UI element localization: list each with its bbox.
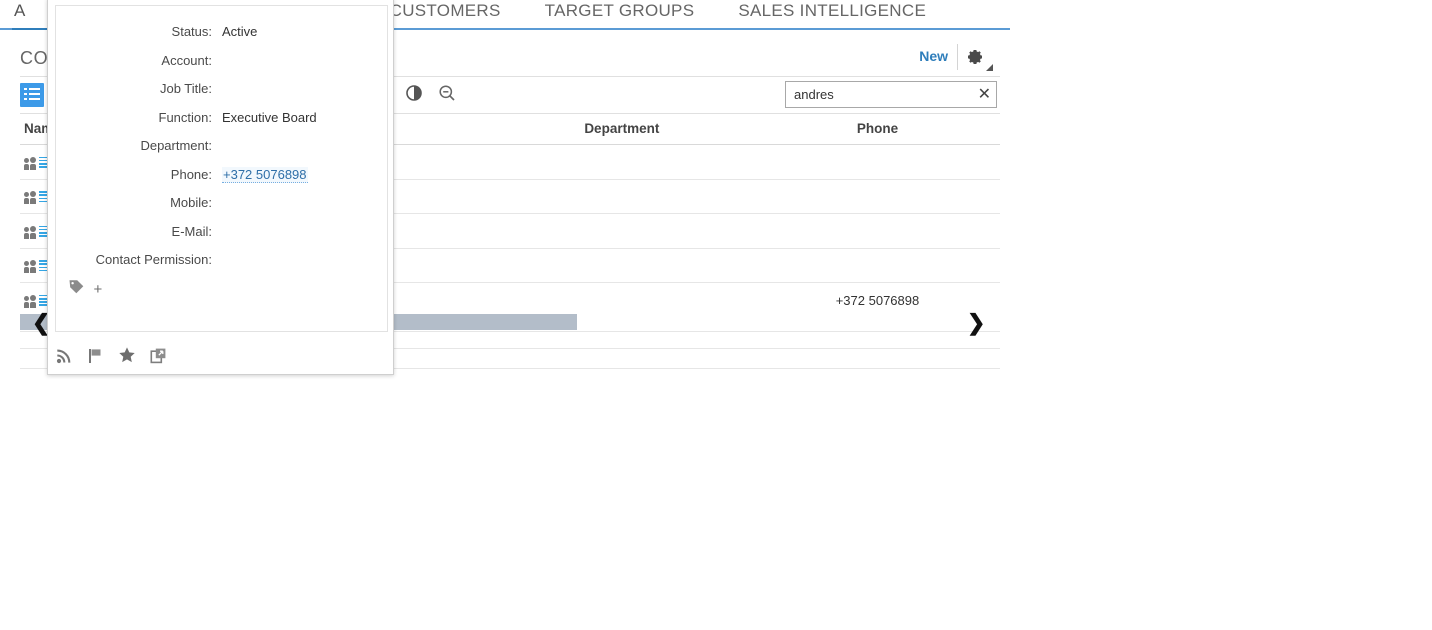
- hover-field-function: Function: Executive Board: [56, 106, 387, 135]
- cell-department: [488, 213, 755, 249]
- field-label: Department:: [140, 138, 212, 153]
- hover-field-mobile: Mobile:: [56, 191, 387, 220]
- field-label: Contact Permission:: [95, 252, 212, 267]
- main-content-region: A CUSTOMERS TARGET GROUPS SALES INTELLIG…: [0, 0, 1010, 630]
- nav-tab-customers[interactable]: CUSTOMERS: [376, 0, 515, 21]
- close-icon[interactable]: ✕: [978, 85, 991, 104]
- cell-department: [488, 179, 755, 215]
- cell-phone: [754, 248, 1000, 284]
- cell-phone: [754, 144, 1000, 180]
- add-tag-plus[interactable]: +: [93, 281, 102, 298]
- nav-tab-sales-intelligence[interactable]: SALES INTELLIGENCE: [724, 0, 940, 21]
- hover-field-phone: Phone: +372 5076898: [56, 163, 387, 192]
- field-label: Function:: [158, 109, 212, 125]
- hover-field-contact-permission: Contact Permission:: [56, 248, 387, 277]
- hover-field-email: E-Mail:: [56, 220, 387, 249]
- contact-hover-card-body: Status: Active Account: Job Title: Funct…: [55, 5, 388, 332]
- nav-tab-target-groups[interactable]: TARGET GROUPS: [531, 0, 709, 21]
- hover-field-job-title: Job Title:: [56, 77, 387, 106]
- cell-department: [488, 248, 755, 284]
- cell-phone: [754, 179, 1000, 215]
- cell-phone: [754, 213, 1000, 249]
- zoom-out-icon[interactable]: [438, 84, 456, 107]
- rss-follow-icon[interactable]: [56, 347, 73, 364]
- chevron-right-icon[interactable]: ❯: [967, 310, 985, 336]
- hover-field-department: Department:: [56, 134, 387, 163]
- hover-field-account: Account:: [56, 49, 387, 78]
- open-external-icon[interactable]: [150, 347, 167, 364]
- flag-icon[interactable]: [87, 347, 104, 364]
- right-panel-region: Reset Live Acti… Call To: +372 5076898 C…: [1010, 0, 1432, 630]
- add-tag-control[interactable]: +: [68, 278, 102, 300]
- cell-department: [488, 144, 755, 180]
- field-label: Account:: [161, 52, 212, 68]
- star-icon[interactable]: [118, 346, 136, 364]
- column-header-department[interactable]: Department: [488, 114, 755, 145]
- tag-icon: [68, 278, 85, 300]
- toolbar-divider: [957, 44, 958, 70]
- search-input[interactable]: [792, 82, 962, 107]
- field-label: Job Title:: [159, 81, 212, 96]
- field-label: Status:: [171, 24, 212, 39]
- field-label: Mobile:: [170, 195, 212, 210]
- gear-icon[interactable]: [965, 47, 996, 72]
- hover-card-footer: [56, 341, 386, 369]
- field-value: Active: [222, 24, 258, 39]
- application-window: A CUSTOMERS TARGET GROUPS SALES INTELLIG…: [0, 0, 1432, 630]
- column-header-phone[interactable]: Phone: [754, 114, 1000, 145]
- nav-tab-a[interactable]: A: [0, 0, 40, 21]
- field-label: E-Mail:: [171, 223, 212, 239]
- hover-field-status: Status: Active: [56, 20, 387, 49]
- phone-link[interactable]: +372 5076898: [222, 166, 308, 183]
- field-label: Phone:: [170, 166, 212, 182]
- new-button[interactable]: New: [919, 48, 948, 64]
- field-value: Executive Board: [222, 109, 317, 125]
- search-box[interactable]: ✕: [785, 81, 997, 108]
- list-view-icon[interactable]: [20, 83, 44, 107]
- contact-hover-card: Status: Active Account: Job Title: Funct…: [47, 0, 394, 375]
- filter-clear-icon[interactable]: [405, 84, 423, 107]
